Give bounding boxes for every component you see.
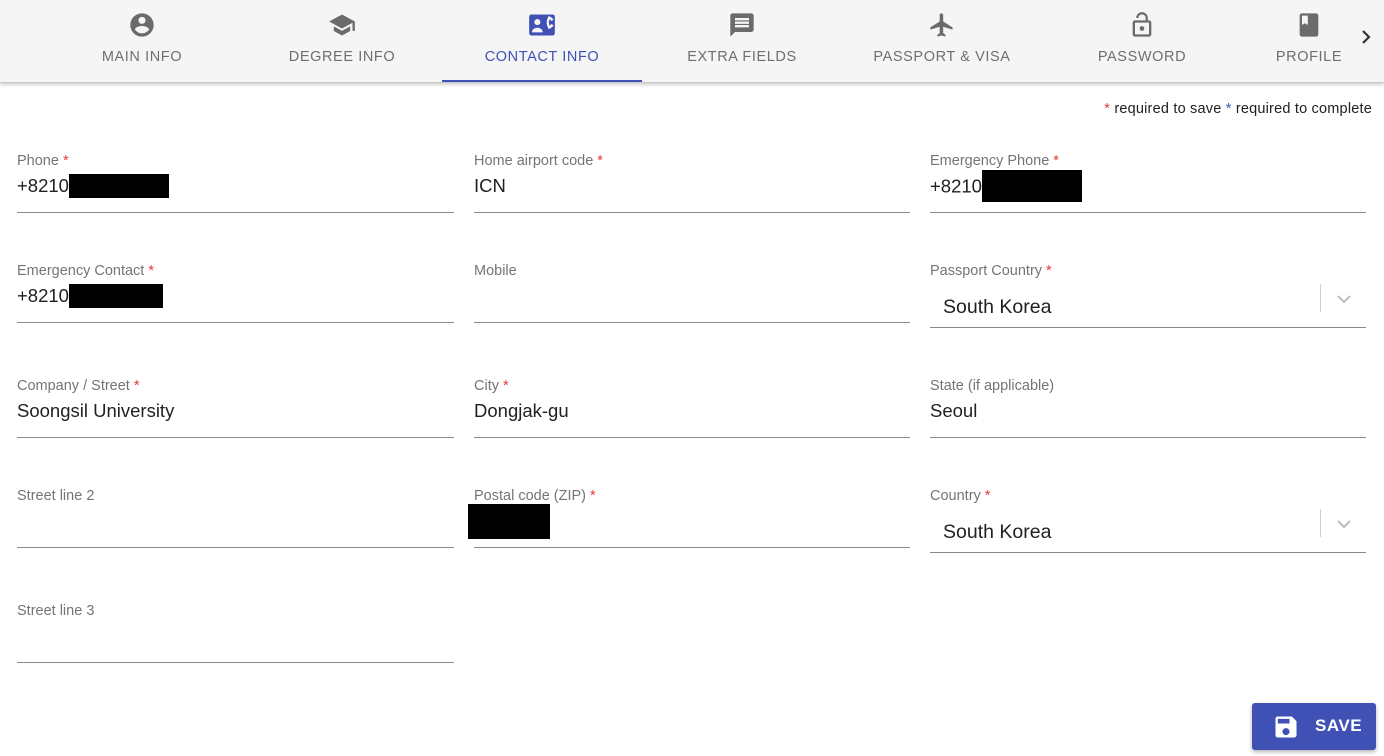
field-underline — [474, 437, 910, 438]
street-line-2-label: Street line 2 — [17, 488, 95, 504]
city-label: City * — [474, 378, 509, 394]
city-value[interactable]: Dongjak-gu — [474, 398, 569, 424]
comment-icon — [730, 13, 754, 37]
company-street-value[interactable]: Soongsil University — [17, 398, 174, 424]
tab-main-info[interactable]: MAIN INFO — [42, 0, 242, 82]
tab-scroll-right-button[interactable] — [1350, 0, 1384, 82]
lock-open-icon — [1132, 12, 1152, 37]
tab-label: EXTRA FIELDS — [687, 49, 797, 65]
field-underline — [930, 437, 1366, 438]
state-label: State (if applicable) — [930, 378, 1055, 394]
street-line-2-field[interactable]: Street line 2 — [17, 488, 454, 548]
phone-label: Phone * — [17, 153, 69, 169]
chevron-down-icon[interactable] — [1334, 514, 1354, 534]
portrait-icon — [1299, 13, 1319, 37]
street-line-3-field[interactable]: Street line 3 — [17, 603, 454, 663]
select-divider — [1320, 284, 1321, 312]
home-airport-code-label: Home airport code * — [474, 153, 603, 169]
field-underline — [474, 547, 910, 548]
passport-country-label: Passport Country * — [930, 263, 1052, 279]
emergency-phone-field[interactable]: Emergency Phone * +8210 — [930, 153, 1366, 213]
field-underline — [17, 322, 454, 323]
country-label: Country * — [930, 488, 991, 504]
state-field[interactable]: State (if applicable) Seoul — [930, 378, 1366, 438]
field-underline — [474, 322, 910, 323]
mobile-field[interactable]: Mobile — [474, 263, 910, 323]
emergency-contact-value[interactable]: +8210 — [17, 283, 163, 309]
required-to-save-text: required to save — [1114, 101, 1222, 117]
street-line-3-label: Street line 3 — [17, 603, 95, 619]
city-field[interactable]: City * Dongjak-gu — [474, 378, 910, 438]
passport-country-select[interactable]: Passport Country * South Korea — [930, 263, 1366, 328]
required-to-complete-text: required to complete — [1235, 101, 1372, 117]
tab-bar: MAIN INFO DEGREE INFO CONTACT INFO EXTRA… — [0, 0, 1384, 83]
field-underline — [17, 212, 454, 213]
tab-passport-visa[interactable]: PASSPORT & VISA — [842, 0, 1042, 82]
phone-field[interactable]: Phone * +8210 — [17, 153, 454, 213]
tab-extra-fields[interactable]: EXTRA FIELDS — [642, 0, 842, 82]
required-to-complete-star: * — [1225, 101, 1232, 117]
floppy-disk-icon — [1275, 716, 1297, 738]
chevron-right-icon — [1362, 30, 1371, 44]
tab-label: CONTACT INFO — [484, 49, 600, 65]
country-value[interactable]: South Korea — [943, 519, 1051, 545]
save-button-label: SAVE — [1315, 716, 1363, 735]
mobile-label: Mobile — [474, 263, 517, 279]
field-underline — [930, 552, 1366, 553]
tab-label: MAIN INFO — [101, 49, 183, 65]
field-underline — [17, 547, 454, 548]
redaction-block — [68, 173, 169, 198]
home-airport-code-field[interactable]: Home airport code * ICN — [474, 153, 910, 213]
emergency-phone-label: Emergency Phone * — [930, 153, 1059, 169]
tab-label: PASSPORT & VISA — [873, 49, 1011, 65]
emergency-phone-value[interactable]: +8210 — [930, 170, 1082, 202]
required-to-save-star: * — [1104, 101, 1111, 117]
chevron-down-icon[interactable] — [1334, 289, 1354, 309]
tab-contact-info[interactable]: CONTACT INFO — [442, 0, 642, 82]
field-underline — [930, 212, 1366, 213]
airplane-icon — [930, 13, 953, 37]
state-value[interactable]: Seoul — [930, 398, 977, 424]
field-underline — [17, 437, 454, 438]
redaction-block — [68, 283, 163, 308]
postal-code-label: Postal code (ZIP) * — [474, 488, 596, 504]
home-airport-code-value[interactable]: ICN — [474, 173, 506, 199]
field-underline — [474, 212, 910, 213]
emergency-contact-field[interactable]: Emergency Contact * +8210 — [17, 263, 454, 323]
company-street-field[interactable]: Company / Street * Soongsil University — [17, 378, 454, 438]
country-select[interactable]: Country * South Korea — [930, 488, 1366, 553]
postal-code-value[interactable] — [468, 504, 550, 539]
graduation-cap-icon — [329, 14, 355, 36]
redaction-block — [468, 504, 550, 539]
passport-country-value[interactable]: South Korea — [943, 294, 1051, 320]
tab-degree-info[interactable]: DEGREE INFO — [242, 0, 442, 82]
required-legend: * required to save * required to complet… — [1104, 101, 1372, 117]
tab-label: DEGREE INFO — [288, 49, 396, 65]
company-street-label: Company / Street * — [17, 378, 140, 394]
phone-value[interactable]: +8210 — [17, 173, 169, 199]
postal-code-field[interactable]: Postal code (ZIP) * — [468, 488, 910, 548]
emergency-contact-label: Emergency Contact * — [17, 263, 154, 279]
field-underline — [930, 327, 1366, 328]
contact-card-icon — [529, 14, 555, 36]
save-button[interactable]: SAVE — [1252, 703, 1376, 750]
field-underline — [17, 662, 454, 663]
redaction-block — [981, 170, 1082, 202]
select-divider — [1320, 509, 1321, 537]
account-circle-icon — [130, 13, 154, 37]
